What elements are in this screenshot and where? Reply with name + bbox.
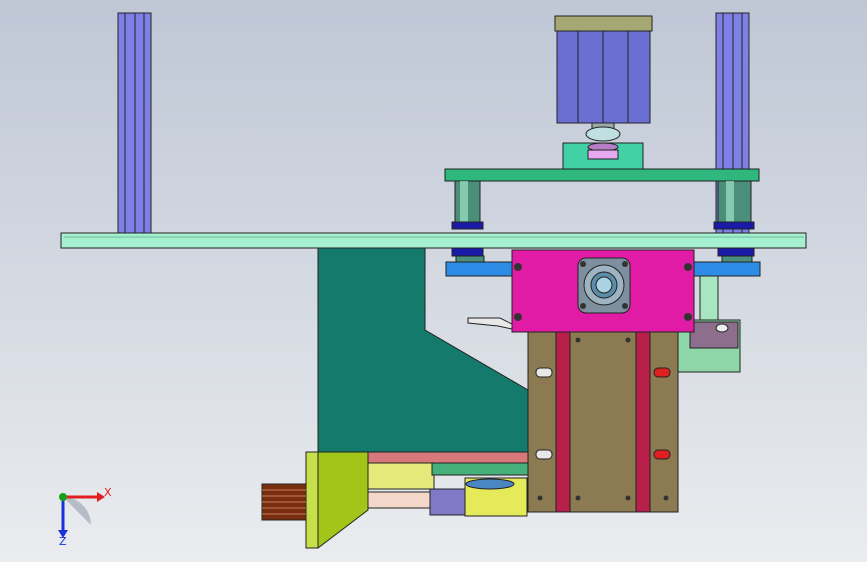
guide-rod-left[interactable] <box>451 180 484 230</box>
air-cylinder[interactable] <box>554 15 653 171</box>
assembly-model[interactable]: X Z <box>0 0 867 562</box>
lower-bushing-right[interactable] <box>693 247 761 277</box>
vertical-rod[interactable] <box>699 275 719 325</box>
y-axis-dot <box>59 493 67 501</box>
tool-arm[interactable] <box>467 317 513 330</box>
cad-viewport[interactable]: X Z <box>0 0 867 562</box>
base-plate[interactable] <box>60 232 807 249</box>
motor-mount[interactable] <box>305 451 369 549</box>
view-triad: X Z <box>58 486 112 548</box>
bearing-block[interactable] <box>527 331 679 513</box>
drive-pulley[interactable] <box>261 483 307 521</box>
lower-bushing-left[interactable] <box>445 247 515 277</box>
x-axis-label: X <box>104 486 112 499</box>
gearbox-housing[interactable] <box>511 249 695 333</box>
triad-backdrop <box>63 497 91 525</box>
side-bracket[interactable] <box>317 247 529 456</box>
left-upright-post[interactable] <box>117 12 152 236</box>
z-axis-label: Z <box>59 535 67 548</box>
top-plate[interactable] <box>444 168 760 182</box>
guide-rod-right[interactable] <box>713 180 755 230</box>
